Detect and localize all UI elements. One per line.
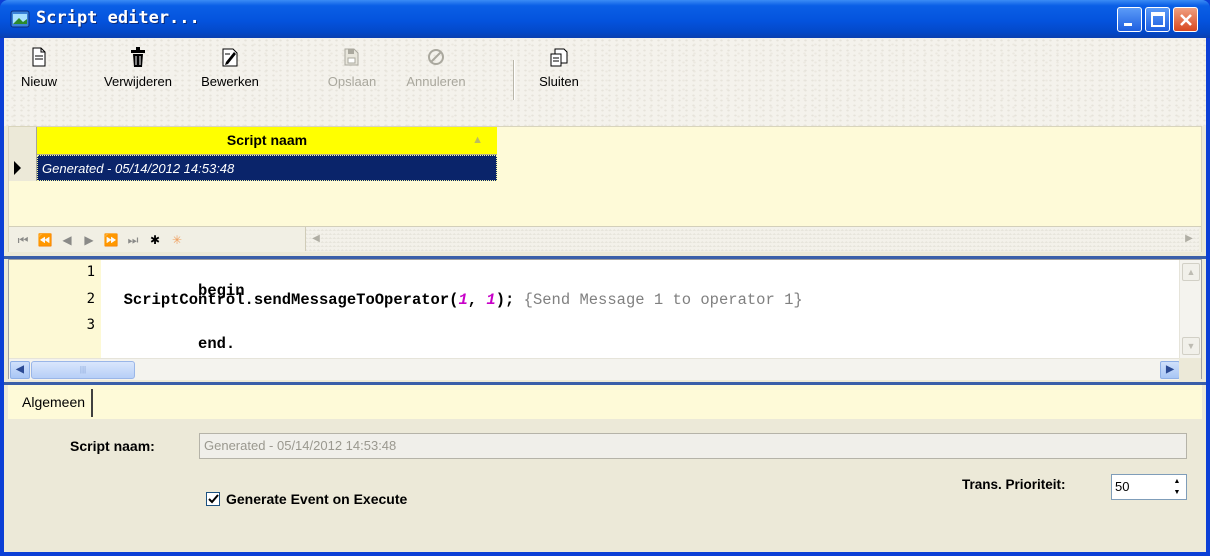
- scroll-up-icon[interactable]: ▲: [1182, 263, 1200, 281]
- code-line: ScriptControl.sendMessageToOperator(1, 1…: [105, 291, 803, 313]
- window-title: Script editer...: [36, 8, 200, 28]
- save-button[interactable]: Opslaan: [322, 46, 382, 116]
- cancel-icon: [428, 49, 444, 65]
- close-document-icon: [550, 48, 568, 67]
- title-bar[interactable]: Script editer...: [0, 0, 1210, 38]
- maximize-icon: [1151, 12, 1165, 27]
- spin-up-icon[interactable]: ▲: [1169, 476, 1185, 487]
- toolbar: Nieuw Verwijderen Bewerken Opslaan Annul…: [4, 38, 1206, 126]
- priority-value[interactable]: 50: [1115, 475, 1129, 499]
- prev-record-icon[interactable]: ◀: [57, 229, 77, 251]
- scroll-left-icon[interactable]: ◀: [306, 229, 326, 249]
- trash-icon: [131, 47, 145, 67]
- tab-strip: Algemeen: [8, 385, 1202, 419]
- close-doc-label: Sluiten: [539, 74, 579, 89]
- separator: ,: [467, 291, 487, 309]
- line-number: 3: [86, 317, 95, 333]
- code-text: begin ScriptControl.sendMessageToOperato…: [105, 260, 803, 353]
- terminator: .: [225, 335, 236, 353]
- scroll-left-icon[interactable]: ◀: [10, 361, 30, 379]
- current-row-arrow-icon: [14, 161, 21, 175]
- column-header-script-name[interactable]: Script naam ▲: [37, 127, 497, 155]
- save-label: Opslaan: [327, 74, 377, 89]
- number-literal: 1: [486, 291, 496, 309]
- general-panel: Script naam: Generated - 05/14/2012 14:5…: [8, 419, 1202, 552]
- scroll-corner: [1179, 358, 1201, 380]
- table-row[interactable]: Generated - 05/14/2012 14:53:48: [37, 155, 497, 181]
- next-record-icon[interactable]: ▶: [79, 229, 99, 251]
- edit-button[interactable]: Bewerken: [194, 46, 266, 116]
- delete-button[interactable]: Verwijderen: [100, 46, 176, 116]
- code-line: end.: [105, 317, 235, 353]
- sort-ascending-icon: ▲: [472, 134, 483, 146]
- save-icon: [344, 48, 359, 66]
- generate-event-label[interactable]: Generate Event on Execute: [226, 491, 407, 507]
- scroll-down-icon[interactable]: ▼: [1182, 337, 1200, 355]
- column-header-label: Script naam: [226, 132, 308, 148]
- cancel-button[interactable]: Annuleren: [398, 46, 474, 116]
- row-indicator: [9, 155, 37, 181]
- new-button[interactable]: Nieuw: [18, 46, 60, 116]
- comment: {Send Message 1 to operator 1}: [523, 291, 803, 309]
- editor-vertical-scrollbar[interactable]: ▲ ▼: [1179, 260, 1201, 358]
- checkmark-icon: [208, 494, 219, 504]
- spin-down-icon[interactable]: ▼: [1169, 487, 1185, 498]
- priority-label: Trans. Prioriteit:: [962, 477, 1066, 492]
- new-document-icon: [32, 47, 46, 67]
- script-grid: Script naam ▲ Generated - 05/14/2012 14:…: [8, 126, 1202, 252]
- number-literal: 1: [458, 291, 468, 309]
- code-line: begin: [105, 264, 245, 300]
- spinner-buttons: ▲ ▼: [1169, 476, 1185, 498]
- edit-icon: [222, 48, 238, 67]
- method-call: ScriptControl.sendMessageToOperator: [123, 291, 450, 309]
- editor-horizontal-scrollbar[interactable]: ◀ ||| ▶: [9, 358, 1181, 380]
- scroll-right-icon[interactable]: ▶: [1160, 361, 1180, 379]
- close-icon: [1180, 14, 1192, 26]
- app-icon: [10, 10, 30, 28]
- cancel-label: Annuleren: [406, 74, 466, 89]
- toolbar-separator: [513, 60, 515, 100]
- priority-spinner[interactable]: 50 ▲ ▼: [1111, 474, 1187, 500]
- code-editor[interactable]: 1 2 3 begin ScriptControl.sendMessageToO…: [8, 259, 1202, 380]
- line-number-gutter: 1 2 3: [9, 260, 101, 358]
- maximize-button[interactable]: [1145, 7, 1170, 32]
- script-name-label: Script naam:: [70, 438, 155, 454]
- delete-label: Verwijderen: [104, 74, 172, 89]
- grid-horizontal-scrollbar[interactable]: ◀ ▶: [305, 227, 1199, 251]
- generate-event-checkbox[interactable]: [206, 492, 220, 506]
- scroll-right-icon[interactable]: ▶: [1179, 229, 1199, 249]
- line-number: 2: [86, 291, 95, 307]
- next-page-icon[interactable]: ⏩: [101, 229, 121, 251]
- edit-label: Bewerken: [201, 74, 259, 89]
- paren-close: );: [495, 291, 515, 309]
- prev-page-icon[interactable]: ⏪: [35, 229, 55, 251]
- minimize-button[interactable]: [1117, 7, 1142, 32]
- record-navigator: ⏮ ⏪ ◀ ▶ ⏩ ⏭ ✱ ✳ ◀ ▶: [9, 226, 1201, 252]
- keyword: end: [198, 335, 226, 353]
- insert-record-icon[interactable]: ✱: [145, 229, 165, 251]
- tab-general[interactable]: Algemeen: [16, 389, 94, 417]
- minimize-icon: [1124, 23, 1132, 26]
- close-doc-button[interactable]: Sluiten: [530, 46, 588, 116]
- close-button[interactable]: [1173, 7, 1198, 32]
- last-record-icon[interactable]: ⏭: [123, 229, 143, 251]
- scroll-thumb[interactable]: |||: [31, 361, 135, 379]
- line-number: 1: [86, 264, 95, 280]
- script-name-field[interactable]: Generated - 05/14/2012 14:53:48: [199, 433, 1187, 459]
- new-label: Nieuw: [20, 74, 58, 89]
- delete-record-icon[interactable]: ✳: [167, 229, 187, 251]
- grid-corner: [9, 127, 37, 155]
- first-record-icon[interactable]: ⏮: [13, 229, 33, 251]
- script-editor-window: Script editer... Nieuw Verwijderen Bewer…: [0, 0, 1210, 556]
- client-area: Nieuw Verwijderen Bewerken Opslaan Annul…: [4, 38, 1206, 552]
